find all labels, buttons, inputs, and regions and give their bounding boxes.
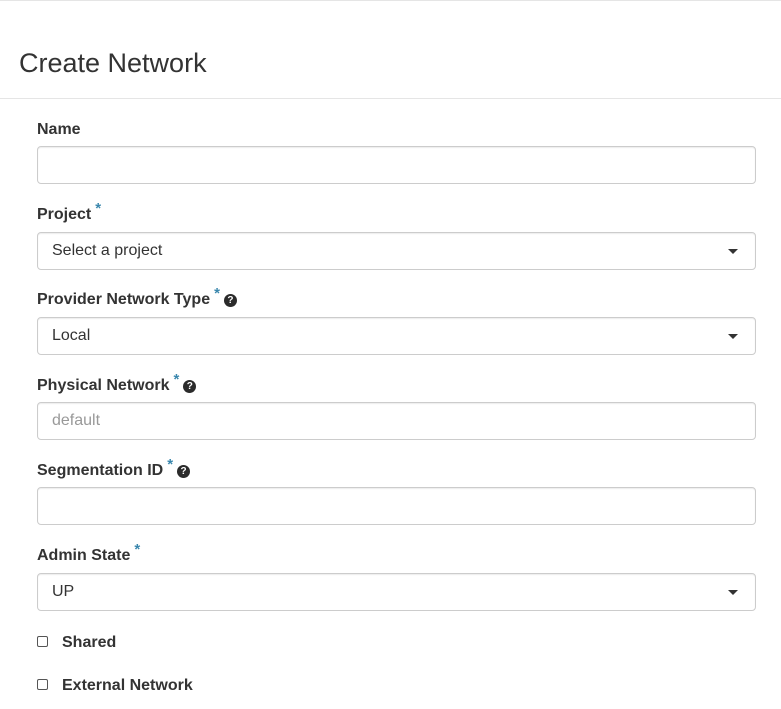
admin-state-label: Admin State: [37, 547, 131, 564]
admin-state-select-value: UP: [52, 583, 75, 600]
caret-down-icon: [728, 334, 738, 339]
segmentation-id-input[interactable]: [37, 487, 756, 525]
provider-network-type-select-value: Local: [52, 327, 91, 344]
physical-network-label-row: Physical Network * ?: [37, 371, 197, 397]
provider-network-type-select[interactable]: Local: [37, 317, 756, 355]
physical-network-label: Physical Network: [37, 377, 170, 394]
question-circle-icon[interactable]: ?: [177, 464, 191, 478]
external-network-checkbox[interactable]: [37, 678, 48, 690]
physical-network-required-marker: *: [173, 370, 180, 388]
segmentation-id-label-row: Segmentation ID * ?: [37, 456, 191, 482]
physical-network-input-placeholder: default: [52, 412, 101, 429]
shared-checkbox[interactable]: [37, 635, 48, 647]
provider-network-type-required-marker: *: [214, 284, 220, 302]
project-label: Project: [37, 206, 92, 223]
external-network-checkbox-label[interactable]: External Network: [62, 677, 193, 695]
create-network-page: Create Network Name Project * Select a p…: [0, 0, 781, 709]
project-select[interactable]: Select a project: [37, 232, 756, 270]
page-header: Create Network: [0, 1, 781, 99]
segmentation-id-label: Segmentation ID: [37, 462, 164, 479]
caret-down-icon: [728, 590, 738, 595]
name-label: Name: [37, 121, 81, 138]
physical-network-input[interactable]: default: [37, 402, 756, 440]
project-select-value: Select a project: [52, 242, 163, 259]
external-network-checkbox-row[interactable]: External Network: [37, 675, 193, 697]
question-circle-icon[interactable]: ?: [183, 379, 197, 393]
provider-network-type-label: Provider Network Type: [37, 291, 211, 308]
admin-state-required-marker: *: [134, 540, 141, 558]
project-required-marker: *: [95, 199, 102, 217]
provider-network-type-label-row: Provider Network Type * ?: [37, 285, 237, 311]
shared-checkbox-label[interactable]: Shared: [62, 634, 116, 652]
shared-checkbox-row[interactable]: Shared: [37, 632, 116, 654]
name-label-row: Name: [37, 119, 81, 141]
page-title: Create Network: [19, 48, 207, 78]
caret-down-icon: [728, 249, 738, 254]
question-circle-icon[interactable]: ?: [223, 293, 237, 307]
admin-state-select[interactable]: UP: [37, 573, 756, 611]
project-label-row: Project *: [37, 200, 101, 226]
admin-state-label-row: Admin State *: [37, 541, 140, 567]
name-input[interactable]: [37, 146, 756, 184]
segmentation-id-required-marker: *: [167, 455, 174, 473]
